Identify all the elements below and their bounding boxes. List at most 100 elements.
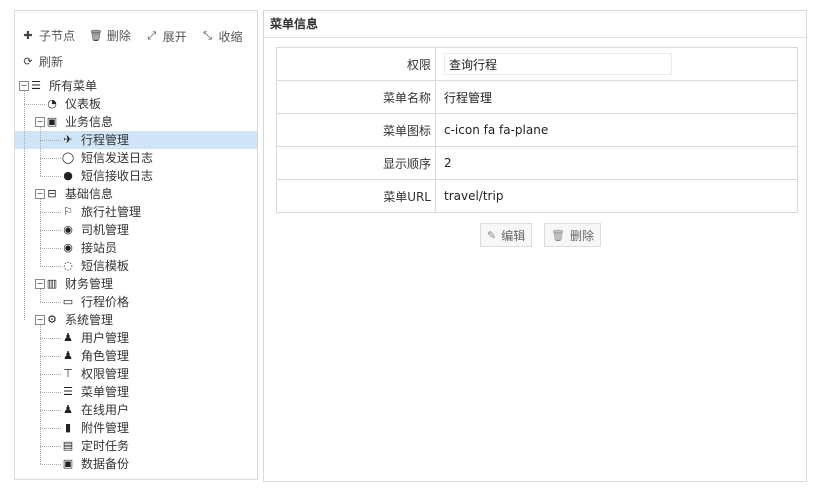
tree-node[interactable]: ● 短信接收日志 — [15, 167, 257, 185]
tree-node-label: 数据备份 — [81, 457, 130, 471]
expand-all-button[interactable]: ⤢ 展开 — [145, 28, 186, 45]
tree-node-label: 短信接收日志 — [81, 169, 154, 183]
menu-url-label: 菜单URL — [276, 179, 436, 213]
table-row: 显示顺序 2 — [276, 146, 798, 180]
menu-icon-label: 菜单图标 — [276, 113, 436, 147]
refresh-label: 刷新 — [39, 55, 64, 69]
delete-button[interactable]: 🗑︎ 删除 — [544, 223, 602, 247]
tree-connector — [24, 91, 25, 320]
tree-connector — [40, 266, 61, 267]
tree-node-label: 附件管理 — [81, 421, 130, 435]
tree-node-label: 权限管理 — [81, 367, 130, 381]
display-order-value: 2 — [435, 146, 798, 180]
tree-node-label: 用户管理 — [81, 331, 130, 345]
expand-icon: ⤢ — [147, 29, 157, 42]
comment-outline-icon: ◯ — [61, 151, 75, 164]
bar-chart-icon: ▥ — [46, 277, 58, 290]
tree-node-label: 财务管理 — [65, 277, 114, 291]
menu-info-panel: 菜单信息 权限 菜单名称 行程管理 菜单图标 c-icon fa fa-plan… — [263, 10, 807, 482]
tree-toolbar-row2: ⟳ 刷新 — [21, 53, 253, 70]
collapse-toggle-icon[interactable]: − — [19, 81, 29, 91]
panel-title: 菜单信息 — [264, 11, 806, 38]
comment-icon: ● — [63, 169, 73, 182]
tree-node[interactable]: ▮ 附件管理 — [15, 419, 257, 437]
tree-node[interactable]: ⊤ 权限管理 — [15, 365, 257, 383]
tree-node[interactable]: ◔ 仪表板 — [15, 95, 257, 113]
tree-connector — [40, 230, 61, 231]
add-child-label: 子节点 — [39, 29, 76, 43]
tree-node[interactable]: ◌ 短信模板 — [15, 257, 257, 275]
permission-cell — [435, 47, 798, 81]
tree-node[interactable]: − ⚙ 系统管理 — [15, 311, 257, 329]
tree-connector — [40, 199, 41, 266]
collapse-toggle-icon[interactable]: − — [35, 189, 45, 199]
edit-icon: ✎ — [487, 228, 497, 242]
tree-connector — [40, 140, 61, 141]
refresh-button[interactable]: ⟳ 刷新 — [21, 53, 63, 70]
hdd-icon: ⊟ — [47, 187, 57, 200]
tree-connector — [40, 338, 61, 339]
permission-input[interactable] — [444, 53, 672, 75]
menu-tree: − ☰ 所有菜单 ◔ 仪表板 − ▣ 业务信息 ✈ 行程管理 ◯ 短信发送日志 ● 短信接收日志 − ⊟ 基础信… — [15, 77, 257, 473]
tree-connector — [40, 176, 61, 177]
user-icon: ♟ — [63, 403, 73, 416]
tree-node[interactable]: ☰ 菜单管理 — [15, 383, 257, 401]
tree-node[interactable]: ♟ 用户管理 — [15, 329, 257, 347]
tree-connector — [40, 289, 41, 302]
cogs-icon: ⚙ — [47, 313, 57, 326]
edit-button[interactable]: ✎ 编辑 — [480, 223, 533, 247]
tree-node[interactable]: ◉ 司机管理 — [15, 221, 257, 239]
user-circle-icon: ◉ — [63, 223, 73, 236]
tree-node[interactable]: ♟ 角色管理 — [15, 347, 257, 365]
tree-node[interactable]: − ☰ 所有菜单 — [15, 77, 257, 95]
sitemap-icon: ⊤ — [63, 367, 73, 380]
refresh-icon: ⟳ — [23, 55, 33, 68]
tree-node[interactable]: ♟ 在线用户 — [15, 401, 257, 419]
tree-connector — [40, 446, 61, 447]
tree-connector — [40, 325, 41, 464]
tree-node[interactable]: ▭ 行程价格 — [15, 293, 257, 311]
tree-connector — [40, 356, 61, 357]
tree-node[interactable]: ▣ 数据备份 — [15, 455, 257, 473]
tree-node-label: 接站员 — [81, 241, 118, 255]
collapse-all-label: 收缩 — [218, 29, 243, 44]
tree-node[interactable]: ✈ 行程管理 — [15, 131, 257, 149]
users-icon: ♟ — [63, 349, 73, 362]
table-row: 菜单图标 c-icon fa fa-plane — [276, 113, 798, 147]
tree-connector — [40, 392, 61, 393]
menu-url-value: travel/trip — [435, 179, 798, 213]
tree-connector — [40, 302, 61, 303]
collapse-toggle-icon[interactable]: − — [35, 315, 45, 325]
tree-connector — [24, 104, 45, 105]
tree-node-label: 行程管理 — [81, 133, 130, 147]
tree-node-label: 旅行社管理 — [81, 205, 142, 219]
collapse-toggle-icon[interactable]: − — [35, 117, 45, 127]
tree-node[interactable]: ⚐ 旅行社管理 — [15, 203, 257, 221]
menu-info-table: 权限 菜单名称 行程管理 菜单图标 c-icon fa fa-plane 显示顺… — [276, 47, 798, 213]
delete-node-button[interactable]: 🗑︎ 删除 — [89, 27, 131, 44]
tree-node[interactable]: ◉ 接站员 — [15, 239, 257, 257]
tree-node[interactable]: − ▣ 业务信息 — [15, 113, 257, 131]
dashboard-icon: ◔ — [47, 97, 57, 110]
tree-node[interactable]: − ▥ 财务管理 — [15, 275, 257, 293]
menu-name-label: 菜单名称 — [276, 80, 436, 114]
tree-node[interactable]: ◯ 短信发送日志 — [15, 149, 257, 167]
add-child-button[interactable]: ✚ 子节点 — [21, 27, 75, 44]
plane-icon: ✈ — [63, 133, 73, 146]
collapse-toggle-icon[interactable]: − — [35, 279, 45, 289]
bars-icon: ☰ — [63, 385, 73, 398]
tree-connector — [40, 212, 61, 213]
tree-connector — [40, 374, 61, 375]
server-icon: ▤ — [62, 439, 74, 452]
tree-node[interactable]: − ⊟ 基础信息 — [15, 185, 257, 203]
tree-node[interactable]: ▤ 定时任务 — [15, 437, 257, 455]
tree-node-label: 在线用户 — [81, 403, 130, 417]
user-icon: ♟ — [63, 331, 73, 344]
edit-button-label: 编辑 — [501, 228, 526, 243]
collapse-all-button[interactable]: ⤡ 收缩 — [201, 28, 243, 45]
tree-node-label: 短信模板 — [81, 259, 130, 273]
tree-connector — [40, 428, 61, 429]
permission-label: 权限 — [276, 47, 436, 81]
tree-node-label: 司机管理 — [81, 223, 130, 237]
tree-connector — [40, 127, 41, 176]
